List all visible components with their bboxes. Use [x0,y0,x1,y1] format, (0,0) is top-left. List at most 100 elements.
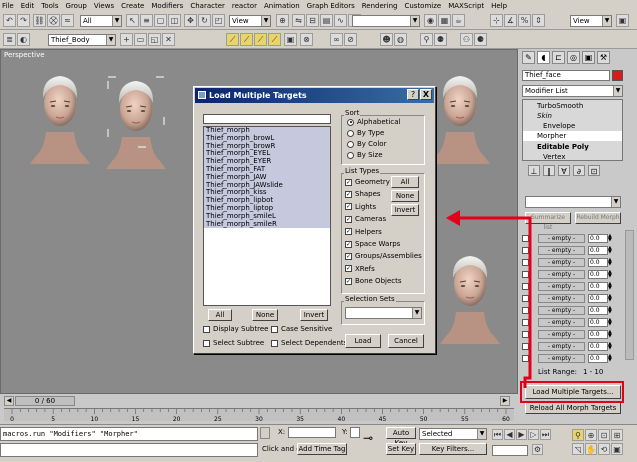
list-type-lights-checkbox[interactable]: ✓ Lights [345,203,376,211]
list-type-bone-objects-checkbox[interactable]: ✓ Bone Objects [345,277,402,285]
channel-value-field[interactable]: 0.0 [588,305,608,315]
pan-icon[interactable]: ✋ [585,443,597,455]
pin-stack-icon[interactable]: ⊥ [528,165,540,176]
channel-spinner-icon[interactable]: ▲ ▼ [608,329,613,339]
selection-filter[interactable]: All ▼ [80,15,122,27]
channel-spinner-icon[interactable]: ▲ ▼ [608,269,613,279]
list-type-space-warps-checkbox[interactable]: ✓ Space Warps [345,240,400,248]
key-filters-button[interactable]: Key Filters... [419,443,487,455]
channel-spinner-icon[interactable]: ▲ ▼ [608,257,613,267]
menu-modifiers[interactable]: Modifiers [151,2,183,10]
object-color-swatch[interactable] [612,70,623,81]
channel-spinner-icon[interactable]: ▲ ▼ [608,233,613,243]
channel-spinner-icon[interactable]: ▲ ▼ [608,245,613,255]
list-type-shapes-checkbox[interactable]: ✓ Shapes [345,190,381,198]
selection-lock-icon[interactable] [260,427,270,439]
skin-icon[interactable]: ◍ [394,33,407,46]
channel-spinner-icon[interactable]: ▲ ▼ [608,341,613,351]
ref-coord-select[interactable]: View ▼ [229,15,271,27]
lightbulb-icon[interactable]: ◐ [17,33,30,46]
stack-item-envelope[interactable]: Envelope [543,122,575,130]
modifier-list-select[interactable]: Modifier List ▼ [522,85,623,97]
remove-modifier-icon[interactable]: ∂ [573,165,585,176]
maxscript-output[interactable] [0,443,258,457]
display-tab-icon[interactable]: ▣ [582,51,595,64]
next-frame-icon[interactable]: ▷ [528,429,539,440]
selection-sets-select[interactable]: ▼ [345,307,422,319]
menu-character[interactable]: Character [190,2,225,10]
channel-value-field[interactable]: 0.0 [588,329,608,339]
channel-button[interactable]: - empty - [538,341,585,351]
maxscript-listener[interactable]: macros.run "Modifiers" "Morpher" [0,427,258,441]
layers-icon[interactable]: ≣ [3,33,16,46]
panel-scrollbar[interactable] [625,230,634,360]
spinner-snap-icon[interactable]: ⇕ [532,14,545,27]
sort-by-color-radio[interactable]: By Color [347,140,386,148]
key-icon[interactable]: ⊸ [363,431,373,445]
channel-button[interactable]: - empty - [538,317,585,327]
list-type-helpers-checkbox[interactable]: ✓ Helpers [345,228,382,236]
object-name-field[interactable]: Thief_face [522,70,610,81]
character-icon[interactable]: ☻ [380,33,393,46]
list-types-invert-button[interactable]: Invert [391,204,419,216]
head-morph-2[interactable] [429,75,491,165]
channel-value-field[interactable]: 0.0 [588,317,608,327]
channel-button[interactable]: - empty - [538,233,585,243]
show-end-result-icon[interactable]: ∥ [543,165,555,176]
menu-help[interactable]: Help [491,2,507,10]
rebuild-button[interactable]: Rebuild Morph [575,212,621,224]
cancel-button[interactable]: Cancel [388,334,424,348]
sort-by-size-radio[interactable]: By Size [347,151,383,159]
target-list[interactable]: Thief_morph Thief_morph_browL Thief_morph_… [203,126,331,306]
motion-tab-icon[interactable]: ◎ [567,51,580,64]
hierarchy-tab-icon[interactable]: ⊏ [552,51,565,64]
timeline[interactable]: ◀ 0 / 60 ▶ 0 5 10 15 20 25 30 35 40 45 50 55 60 [0,394,518,424]
channel-button[interactable]: - empty - [538,257,585,267]
menu-customize[interactable]: Customize [404,2,441,10]
bind-icon[interactable]: ≈ [61,14,74,27]
snap-icon[interactable]: ⊹ [490,14,503,27]
go-to-start-icon[interactable]: ⏮ [492,429,503,440]
list-type-xrefs-checkbox[interactable]: ✓ XRefs [345,265,375,273]
select-icon[interactable]: ↖ [126,14,139,27]
zoom-icon[interactable]: ⚲ [572,429,584,441]
case-sensitive-checkbox[interactable]: Case Sensitive [271,325,332,333]
channel-value-field[interactable]: 0.0 [588,245,608,255]
set-key-button[interactable]: Set Key [386,443,416,455]
select-layer-icon[interactable]: ✕ [162,33,175,46]
display-subtree-checkbox[interactable]: Display Subtree [203,325,268,333]
channel-value-field[interactable]: 0.0 [588,269,608,279]
material-editor-icon[interactable]: ◉ [424,14,437,27]
list-type-cameras-checkbox[interactable]: ✓ Cameras [345,215,386,223]
channel-button[interactable]: - empty - [538,305,585,315]
list-types-none-button[interactable]: None [391,190,419,202]
channel-spinner-icon[interactable]: ▲ ▼ [608,281,613,291]
select-invert-button[interactable]: Invert [300,309,328,321]
menu-create[interactable]: Create [121,2,144,10]
zoom-all-icon[interactable]: ⊕ [585,429,597,441]
render-setup-icon[interactable]: ▦ [438,14,451,27]
channel-spinner-icon[interactable]: ▲ ▼ [608,353,613,363]
pivot-icon[interactable]: ⊕ [276,14,289,27]
menu-tools[interactable]: Tools [41,2,58,10]
sort-alphabetical-radio[interactable]: Alphabetical [347,118,400,126]
modifier-stack[interactable]: TurboSmooth Skin Envelope Morpher Editab… [522,99,623,161]
sort-by-type-radio[interactable]: By Type [347,129,384,137]
add-layer-icon[interactable]: + [120,33,133,46]
utilities-tab-icon[interactable]: ⚒ [597,51,610,64]
dummy-icon[interactable]: ▣ [284,33,297,46]
head-morph-1[interactable] [105,80,167,170]
align-icon[interactable]: ⊟ [306,14,319,27]
ik-limb-icon[interactable]: ⟋ [254,33,267,46]
list-type-geometry-checkbox[interactable]: ✓ Geometry [345,178,390,186]
stack-item-morpher[interactable]: Morpher [523,131,622,141]
reload-all-morph-targets-button[interactable]: Reload All Morph Targets [525,402,621,414]
select-none-button[interactable]: None [252,309,278,321]
undo-icon[interactable]: ↶ [3,14,16,27]
window-cross-icon[interactable]: ◫ [168,14,181,27]
angle-snap-icon[interactable]: ∡ [504,14,517,27]
time-slider[interactable]: 0 / 60 [15,396,75,406]
named-selection-select[interactable]: ▼ [352,15,420,27]
menu-maxscript[interactable]: MAXScript [448,2,484,10]
select-subtree-checkbox[interactable]: Select Subtree [203,339,264,347]
